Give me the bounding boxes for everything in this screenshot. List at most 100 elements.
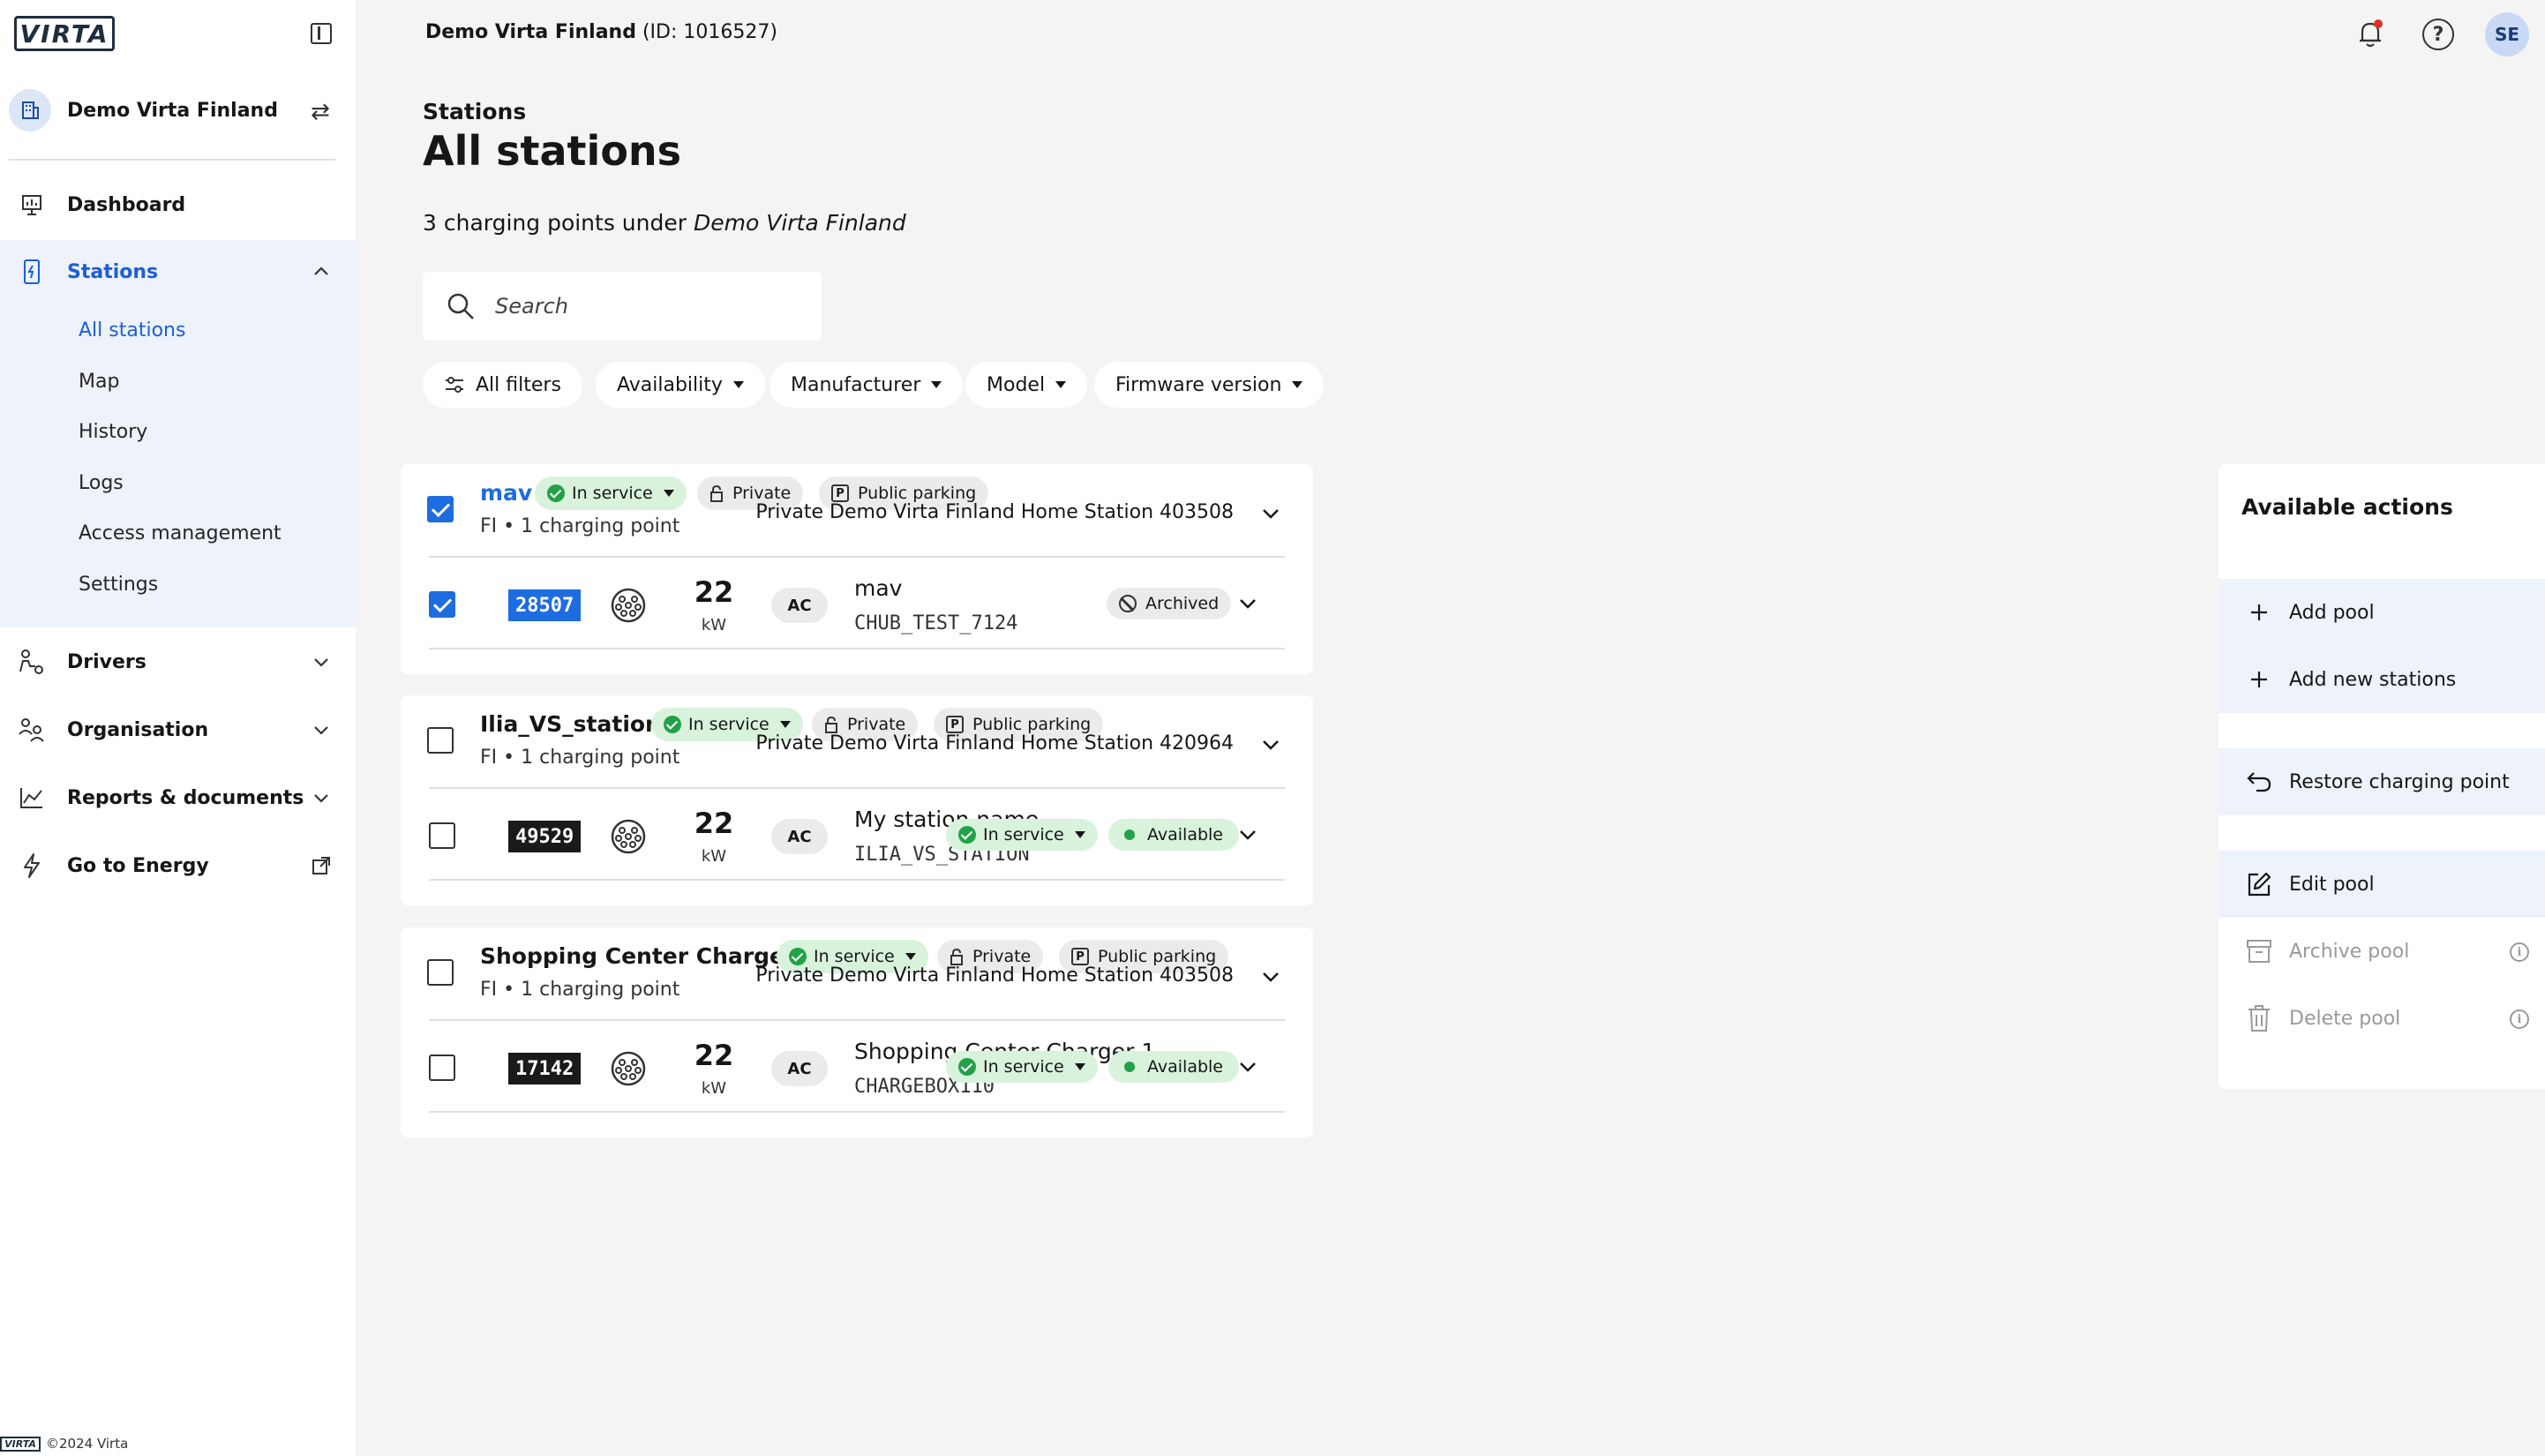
- filter-label: Availability: [617, 373, 723, 396]
- caret-down-icon: [1292, 381, 1303, 388]
- chevron-up-icon[interactable]: [311, 261, 332, 282]
- status-dot-icon: [1124, 1062, 1135, 1072]
- caret-down-icon: [732, 381, 744, 388]
- tag-label: Public parking: [1098, 947, 1217, 966]
- service-status-dropdown[interactable]: In service: [946, 819, 1098, 851]
- charging-point-row[interactable]: 28507 22 kW AC mav CHUB_TEST_7124 Archiv…: [429, 558, 1285, 651]
- pool-status-dropdown[interactable]: In service: [535, 477, 687, 510]
- sidebar-item-label: Reports & documents: [67, 786, 304, 809]
- user-avatar[interactable]: SE: [2485, 12, 2529, 56]
- info-icon[interactable]: i: [2510, 942, 2529, 962]
- charging-point-id[interactable]: 17142: [508, 1053, 582, 1084]
- filter-sliders-icon: [446, 377, 463, 393]
- current-type-chip: AC: [771, 588, 828, 623]
- sidebar-subitem-all-stations[interactable]: All stations: [79, 319, 185, 341]
- footer-logo: VIRTA: [0, 1436, 41, 1452]
- sidebar-subitem-access-management[interactable]: Access management: [79, 522, 282, 544]
- chevron-down-icon[interactable]: [1235, 591, 1260, 616]
- charging-point-row[interactable]: 49529 22 kW AC My station name ILIA_VS_S…: [429, 789, 1285, 882]
- pool-checkbox[interactable]: [427, 959, 454, 986]
- breadcrumb[interactable]: Stations: [423, 99, 526, 124]
- charging-point-checkbox[interactable]: [429, 1054, 455, 1081]
- pool-subtitle: FI • 1 charging point: [480, 515, 680, 537]
- add-pool-button[interactable]: Add pool: [2218, 579, 2545, 646]
- plus-icon: [2245, 598, 2273, 627]
- charging-point-row[interactable]: 17142 22 kW AC Shopping Center Charger 1…: [429, 1021, 1285, 1115]
- virta-logo[interactable]: VIRTA: [14, 16, 115, 51]
- station-icon: [16, 256, 48, 288]
- pool-subtitle: FI • 1 charging point: [480, 747, 680, 769]
- chevron-down-icon[interactable]: [1258, 964, 1283, 989]
- sidebar-subitem-logs[interactable]: Logs: [79, 472, 124, 494]
- search-input[interactable]: [495, 294, 795, 319]
- chevron-down-icon[interactable]: [1258, 501, 1283, 526]
- sidebar-subitem-settings[interactable]: Settings: [79, 574, 158, 596]
- add-new-stations-button[interactable]: Add new stations: [2218, 646, 2545, 713]
- actions-title: Available actions: [2241, 494, 2453, 520]
- charging-point-checkbox[interactable]: [429, 591, 455, 618]
- chevron-down-icon[interactable]: [1258, 732, 1283, 757]
- filter-label: Model: [987, 373, 1046, 396]
- pool-checkbox[interactable]: [427, 496, 454, 522]
- chevron-down-icon[interactable]: [1235, 1054, 1260, 1079]
- charging-point-checkbox[interactable]: [429, 822, 455, 849]
- filter-manufacturer[interactable]: Manufacturer: [770, 362, 964, 408]
- chevron-down-icon[interactable]: [311, 651, 332, 672]
- available-actions-panel: Available actions Add pool Add new stati…: [2218, 464, 2545, 1089]
- sidebar-divider: [9, 159, 335, 161]
- sidebar-subitem-history[interactable]: History: [79, 421, 147, 443]
- sidebar-item-drivers[interactable]: Drivers: [0, 630, 356, 694]
- sidebar-item-stations[interactable]: Stations: [0, 240, 356, 304]
- archive-pool-button[interactable]: Archive pool i: [2218, 918, 2545, 985]
- reports-icon: [16, 782, 48, 814]
- building-icon: [9, 89, 51, 131]
- action-label: Archive pool: [2289, 940, 2410, 963]
- chevron-down-icon[interactable]: [1235, 822, 1260, 847]
- action-label: Add pool: [2289, 601, 2375, 624]
- notifications-bell-icon[interactable]: [2354, 18, 2386, 49]
- sidebar-item-label: Go to Energy: [67, 854, 209, 877]
- search-box[interactable]: [423, 272, 822, 341]
- external-link-icon[interactable]: [311, 855, 332, 876]
- action-label: Add new stations: [2289, 668, 2457, 691]
- charging-point-count: 3 charging points under Demo Virta Finla…: [423, 210, 906, 236]
- power-unit: kW: [701, 847, 727, 866]
- sidebar-item-dashboard[interactable]: Dashboard: [0, 173, 356, 236]
- page-title: All stations: [423, 127, 682, 175]
- charging-point-name: mav: [854, 575, 903, 601]
- filter-firmware-version[interactable]: Firmware version: [1094, 362, 1325, 408]
- restore-charging-point-button[interactable]: Restore charging point: [2218, 748, 2545, 815]
- parking-icon: P: [831, 484, 849, 502]
- type2-connector-icon: [611, 588, 646, 623]
- edit-pool-button[interactable]: Edit pool: [2218, 851, 2545, 918]
- help-icon[interactable]: ?: [2422, 19, 2454, 50]
- badge-label: In service: [983, 825, 1064, 844]
- power-unit: kW: [701, 1079, 727, 1098]
- service-status-dropdown[interactable]: In service: [946, 1051, 1098, 1083]
- tag-label: Public parking: [972, 715, 1092, 734]
- status-label: In service: [814, 947, 895, 966]
- charging-point-id[interactable]: 28507: [508, 589, 582, 621]
- switch-organisation-icon[interactable]: ⇄: [311, 99, 330, 125]
- organisation-switcher[interactable]: Demo Virta Finland ⇄: [0, 79, 356, 141]
- info-icon[interactable]: i: [2510, 1009, 2529, 1029]
- delete-pool-button[interactable]: Delete pool i: [2218, 985, 2545, 1052]
- chevron-down-icon[interactable]: [311, 787, 332, 808]
- chevron-down-icon[interactable]: [311, 719, 332, 740]
- collapse-sidebar-icon[interactable]: [311, 23, 332, 44]
- charging-point-id[interactable]: 49529: [508, 821, 582, 852]
- pool-name[interactable]: mav: [480, 480, 532, 506]
- all-filters-button[interactable]: All filters: [423, 362, 582, 408]
- sidebar-item-reports[interactable]: Reports & documents: [0, 766, 356, 829]
- topbar-organisation: Demo Virta Finland (ID: 1016527): [425, 21, 777, 43]
- pool-name[interactable]: Ilia_VS_station: [480, 711, 661, 737]
- sidebar: VIRTA Demo Virta Finland ⇄ Dashboard Sta…: [0, 0, 356, 1456]
- sidebar-item-organisation[interactable]: Organisation: [0, 698, 356, 762]
- row-divider: [429, 1111, 1285, 1113]
- filter-availability[interactable]: Availability: [596, 362, 765, 408]
- sidebar-item-go-to-energy[interactable]: Go to Energy: [0, 834, 356, 897]
- filter-model[interactable]: Model: [965, 362, 1088, 408]
- sidebar-subitem-map[interactable]: Map: [79, 371, 119, 393]
- filter-label: Manufacturer: [791, 373, 921, 396]
- pool-checkbox[interactable]: [427, 727, 454, 754]
